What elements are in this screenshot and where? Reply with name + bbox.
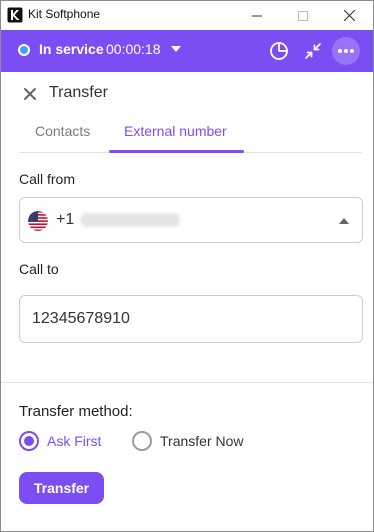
country-code: +1 <box>56 211 75 228</box>
radio-ask-first-label: Ask First <box>47 433 102 449</box>
stats-button[interactable] <box>265 37 293 65</box>
softphone-window: Kit Softphone In service 00:00:18 Transf… <box>0 0 374 532</box>
us-flag-icon <box>28 211 48 231</box>
collapse-icon <box>305 43 321 59</box>
maximize-button[interactable] <box>280 1 326 30</box>
radio-transfer-now-label: Transfer Now <box>160 433 244 449</box>
more-icon <box>338 49 354 53</box>
status-bar: In service 00:00:18 <box>1 30 373 72</box>
radio-unchecked-icon[interactable] <box>132 431 152 451</box>
close-window-button[interactable] <box>326 1 372 30</box>
call-from-label: Call from <box>19 171 76 187</box>
close-x-icon[interactable] <box>23 87 37 101</box>
transfer-method-label: Transfer method: <box>19 403 133 420</box>
call-from-select[interactable]: +1 <box>19 197 363 243</box>
softphone-app-icon <box>7 7 23 23</box>
status-label[interactable]: In service <box>39 41 104 57</box>
more-button[interactable] <box>332 37 360 65</box>
call-to-label: Call to <box>19 261 59 277</box>
maximize-icon <box>298 10 308 21</box>
status-indicator <box>18 44 30 56</box>
transfer-button[interactable]: Transfer <box>19 472 104 504</box>
collapse-button[interactable] <box>299 37 327 65</box>
radio-ask-first[interactable]: Ask First <box>19 431 101 451</box>
call-timer: 00:00:18 <box>106 41 161 57</box>
tab-external-number[interactable]: External number <box>124 123 227 139</box>
minimize-icon <box>252 15 262 16</box>
active-tab-indicator <box>109 150 244 153</box>
radio-transfer-now[interactable]: Transfer Now <box>132 431 244 451</box>
tab-contacts[interactable]: Contacts <box>35 123 90 139</box>
pie-chart-icon <box>270 42 288 60</box>
redacted-number <box>80 213 180 227</box>
close-icon <box>343 10 355 21</box>
chevron-up-icon[interactable] <box>339 218 349 224</box>
page-title: Transfer <box>49 84 108 101</box>
tab-bar: Contacts External number <box>19 116 362 153</box>
call-to-input[interactable] <box>19 295 363 343</box>
chevron-down-icon[interactable] <box>171 46 181 52</box>
minimize-button[interactable] <box>234 1 280 30</box>
window-title: Kit Softphone <box>28 7 101 21</box>
divider <box>1 382 373 383</box>
title-bar: Kit Softphone <box>1 1 373 30</box>
panel-header: Transfer <box>1 72 373 116</box>
radio-checked-icon[interactable] <box>19 431 39 451</box>
